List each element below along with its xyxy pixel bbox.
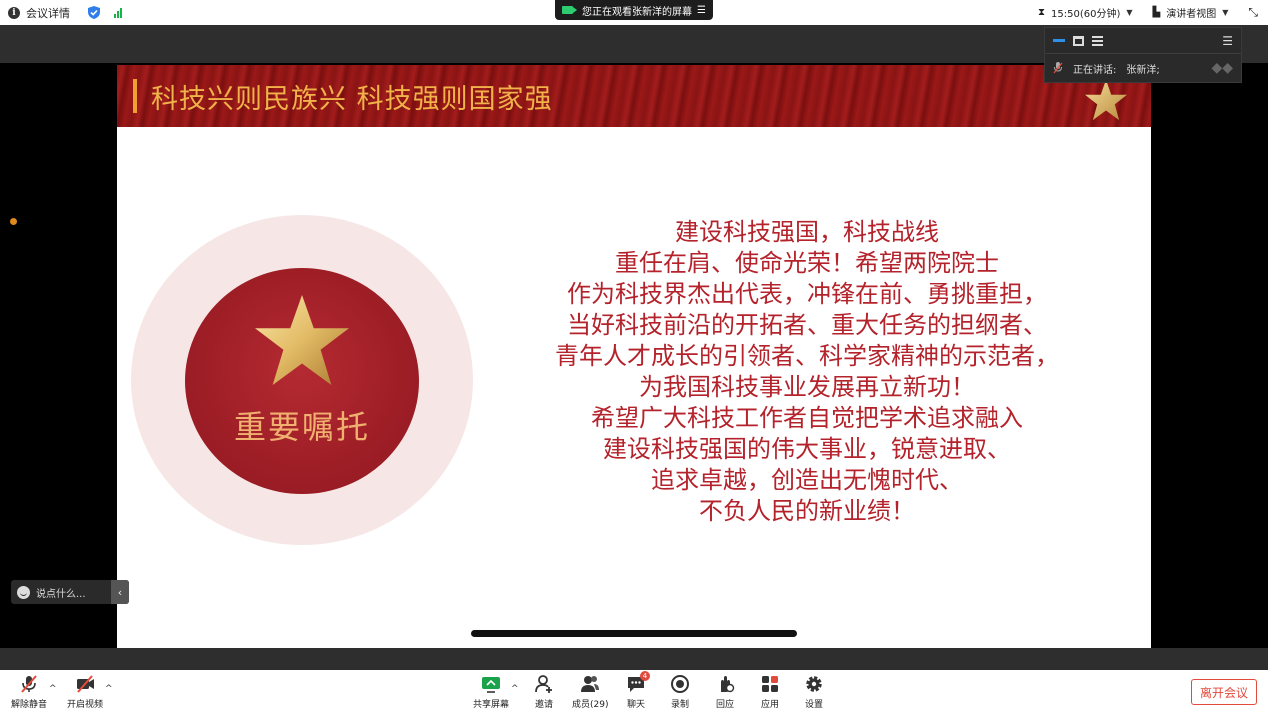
video-label: 开启视频 bbox=[67, 700, 104, 710]
slide-title: 科技兴则民族兴 科技强则国家强 bbox=[151, 84, 553, 115]
chevron-up-icon[interactable]: ^ bbox=[49, 684, 57, 694]
info-icon[interactable]: i bbox=[8, 6, 20, 19]
start-video-button[interactable]: 开启视频 bbox=[67, 674, 103, 710]
bottom-toolbar: 解除静音 ^ 开启视频 ^ 共享屏幕 ^ 邀请 成员(29) 4 聊天 录制 回… bbox=[0, 670, 1268, 714]
panel-menu-icon[interactable]: ☰ bbox=[1222, 34, 1233, 48]
slide-line: 当好科技前沿的开拓者、重大任务的担纲者、 bbox=[567, 311, 1047, 339]
signal-icon[interactable] bbox=[114, 7, 122, 18]
star-icon bbox=[255, 294, 349, 386]
speaker-status: 正在讲话: 张新洋; ◆◆ bbox=[1045, 54, 1241, 82]
unmute-button[interactable]: 解除静音 bbox=[11, 674, 47, 710]
slide-line: 为我国科技事业发展再立新功！ bbox=[639, 373, 975, 401]
speaker-view-icon[interactable]: ▙ bbox=[1153, 7, 1161, 18]
share-screen-button[interactable]: 共享屏幕 bbox=[473, 674, 509, 710]
top-bar: i 会议详情 您正在观看张新洋的屏幕 ☰ ⧗ 15:50(60分钟) ▼ ▙ 演… bbox=[0, 0, 1268, 25]
chevron-down-icon[interactable]: ▼ bbox=[1222, 8, 1228, 17]
slide-line: 希望广大科技工作者自觉把学术追求融入 bbox=[591, 404, 1023, 432]
chevron-down-icon[interactable]: ▼ bbox=[1126, 8, 1132, 17]
status-dot bbox=[10, 218, 17, 225]
unmute-label: 解除静音 bbox=[11, 700, 48, 710]
record-icon bbox=[671, 675, 689, 693]
slide-line: 追求卓越，创造出无愧时代、 bbox=[651, 466, 963, 494]
chat-icon: 4 bbox=[626, 671, 650, 694]
settings-button[interactable]: 设置 bbox=[804, 674, 824, 710]
slide-line: 不负人民的新业绩！ bbox=[699, 497, 915, 525]
react-label: 回应 bbox=[715, 700, 734, 710]
menu-icon[interactable]: ☰ bbox=[697, 5, 706, 16]
chevron-left-icon[interactable]: ‹ bbox=[111, 580, 129, 604]
badge-label: 重要嘱托 bbox=[233, 408, 370, 446]
speaker-panel-toolbar: ☰ bbox=[1045, 28, 1241, 54]
gear-icon bbox=[806, 676, 822, 692]
sharing-banner-text: 您正在观看张新洋的屏幕 bbox=[582, 6, 693, 18]
members-label: 成员(29) bbox=[572, 700, 609, 710]
chat-input-box[interactable]: 说点什么... ‹ bbox=[11, 580, 129, 604]
speaker-name: 张新洋; bbox=[1126, 64, 1160, 76]
list-view-icon[interactable] bbox=[1092, 35, 1103, 46]
mic-muted-icon bbox=[21, 675, 37, 693]
invite-button[interactable]: 邀请 bbox=[534, 674, 554, 710]
slide-line: 作为科技界杰出代表，冲锋在前、勇挑重担， bbox=[567, 280, 1047, 308]
invite-icon bbox=[535, 675, 552, 693]
chat-input[interactable]: 说点什么... bbox=[36, 585, 86, 600]
emoji-icon[interactable] bbox=[17, 585, 30, 599]
invite-label: 邀请 bbox=[534, 700, 553, 710]
meeting-info[interactable]: i 会议详情 bbox=[8, 0, 122, 25]
chevron-up-icon[interactable]: ^ bbox=[511, 684, 519, 694]
apps-label: 应用 bbox=[760, 700, 779, 710]
sharing-banner[interactable]: 您正在观看张新洋的屏幕 ☰ bbox=[555, 0, 713, 20]
view-mode-label[interactable]: 演讲者视图 bbox=[1166, 5, 1216, 20]
minimize-view-icon[interactable] bbox=[1053, 39, 1065, 42]
chat-badge: 4 bbox=[640, 671, 650, 681]
title-accent-bar bbox=[133, 79, 137, 113]
window-view-icon[interactable] bbox=[1073, 35, 1084, 46]
shared-slide: 科技兴则民族兴 科技强则国家强 重要嘱托 建设科技强国，科技战线 重任在肩、使命… bbox=[117, 65, 1151, 648]
bottom-dark-strip bbox=[0, 648, 1268, 670]
raise-hand-icon bbox=[721, 676, 735, 693]
slide-line: 重任在肩、使命光荣！希望两院院士 bbox=[615, 249, 999, 277]
screen-share-icon bbox=[562, 6, 578, 14]
share-label: 共享屏幕 bbox=[473, 700, 510, 710]
share-screen-icon bbox=[482, 677, 500, 693]
chat-label: 聊天 bbox=[626, 700, 645, 710]
video-off-icon bbox=[77, 675, 94, 693]
star-icon bbox=[1085, 79, 1127, 121]
audio-wave-icon: ◆◆ bbox=[1211, 60, 1233, 76]
meeting-info-label[interactable]: 会议详情 bbox=[26, 5, 70, 21]
slide-line: 青年人才成长的引领者、科学家精神的示范者， bbox=[555, 342, 1059, 370]
meeting-time: 15:50(60分钟) bbox=[1051, 9, 1121, 20]
top-right-controls: ⧗ 15:50(60分钟) ▼ ▙ 演讲者视图 ▼ ⤡ bbox=[1038, 0, 1258, 25]
record-label: 录制 bbox=[670, 700, 689, 710]
chat-button[interactable]: 4 聊天 bbox=[626, 671, 650, 710]
speaker-panel: ☰ 正在讲话: 张新洋; ◆◆ bbox=[1044, 27, 1242, 83]
slide-header: 科技兴则民族兴 科技强则国家强 bbox=[117, 65, 1151, 127]
mic-muted-icon bbox=[1053, 62, 1063, 74]
react-button[interactable]: 回应 bbox=[715, 674, 735, 710]
apps-icon bbox=[760, 674, 780, 694]
chevron-up-icon[interactable]: ^ bbox=[105, 684, 113, 694]
members-button[interactable]: 成员(29) bbox=[572, 674, 608, 710]
slide-line: 建设科技强国，科技战线 bbox=[675, 218, 939, 246]
slide-body-text: 建设科技强国，科技战线 重任在肩、使命光荣！希望两院院士 作为科技界杰出代表，冲… bbox=[537, 217, 1077, 527]
leave-meeting-button[interactable]: 离开会议 bbox=[1191, 679, 1257, 705]
apps-button[interactable]: 应用 bbox=[760, 674, 780, 710]
slide-progress-bar bbox=[471, 630, 797, 637]
meeting-window: i 会议详情 您正在观看张新洋的屏幕 ☰ ⧗ 15:50(60分钟) ▼ ▙ 演… bbox=[0, 0, 1268, 714]
record-button[interactable]: 录制 bbox=[670, 674, 690, 710]
speaking-label: 正在讲话: bbox=[1073, 64, 1117, 76]
settings-label: 设置 bbox=[804, 700, 823, 710]
slide-line: 建设科技强国的伟大事业，锐意进取、 bbox=[603, 435, 1011, 463]
fullscreen-icon[interactable]: ⤡ bbox=[1248, 5, 1258, 20]
hourglass-icon: ⧗ bbox=[1037, 7, 1046, 18]
shield-icon[interactable] bbox=[88, 6, 100, 19]
members-icon bbox=[581, 676, 600, 692]
